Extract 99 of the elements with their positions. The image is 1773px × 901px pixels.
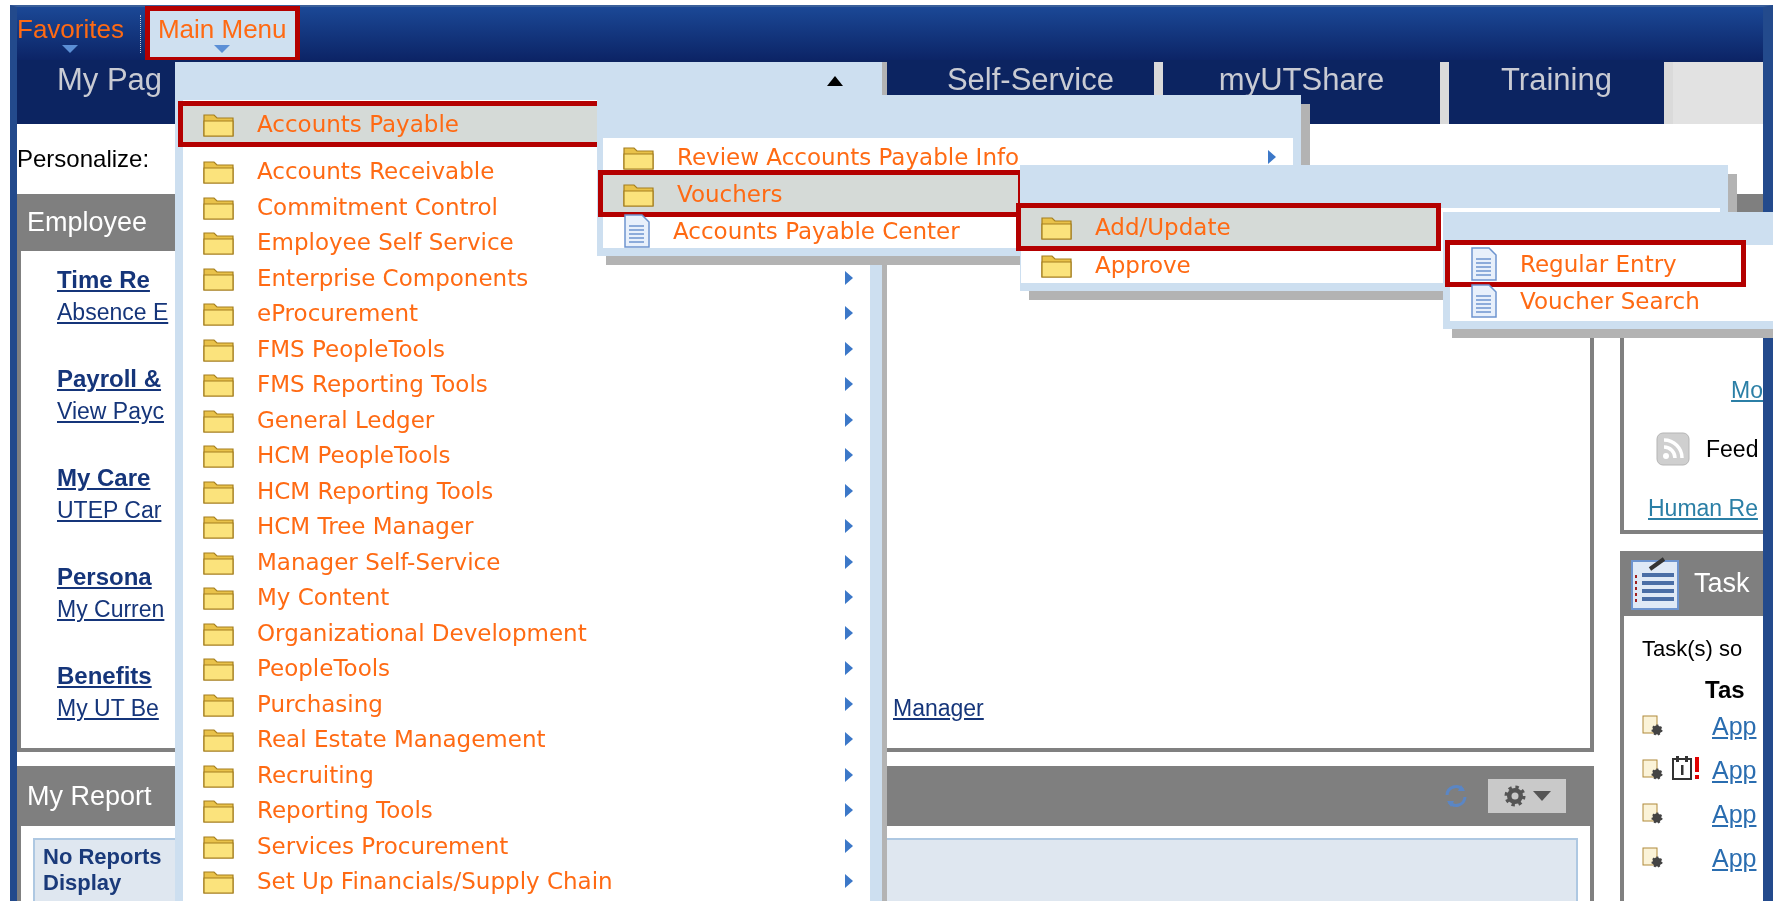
task-link[interactable]: App: [1712, 711, 1763, 741]
message-text: Display: [43, 870, 122, 896]
caret-right-icon: [844, 695, 854, 712]
menu-item[interactable]: Manager Self-Service: [183, 544, 597, 580]
caret-right-icon: [844, 589, 854, 606]
caret-down-icon: [1533, 791, 1551, 801]
section-link[interactable]: Persona: [57, 561, 152, 593]
folder-icon: [203, 442, 235, 469]
link[interactable]: Mo: [1731, 372, 1763, 408]
menu-item[interactable]: Regular Entry: [1450, 245, 1741, 282]
task-icon: [1642, 847, 1664, 869]
menu-item[interactable]: Enterprise Components: [183, 260, 597, 296]
task-icon: [1642, 715, 1664, 737]
menu-item[interactable]: Accounts Payable Center: [603, 212, 1018, 249]
folder-icon: [1041, 214, 1073, 240]
caret-right-icon: [844, 482, 854, 499]
menu-item[interactable]: Review Accounts Payable Info: [603, 138, 1028, 175]
folder-icon: [203, 726, 235, 753]
caret-right-icon: [844, 518, 854, 535]
caret-right-icon: [844, 766, 854, 783]
caret-right-icon: [844, 731, 854, 748]
link[interactable]: My Curren: [57, 593, 165, 625]
folder-icon: [203, 158, 235, 185]
menu-item[interactable]: FMS Reporting Tools: [183, 366, 597, 402]
section-link[interactable]: Time Re: [57, 264, 150, 296]
caret-right-icon: [1267, 148, 1277, 165]
task-link[interactable]: App: [1712, 843, 1763, 873]
menu-item[interactable]: Approve: [1021, 246, 1436, 284]
column-header: Tas: [1705, 676, 1746, 704]
link[interactable]: View Payc: [57, 395, 164, 427]
folder-icon: [203, 229, 235, 256]
dropdown-caret-icon: [62, 45, 79, 53]
settings-icon: [1503, 784, 1527, 808]
folder-icon: [203, 584, 235, 611]
task-summary: Task(s) so: [1642, 636, 1744, 662]
menu-item[interactable]: Reporting Tools: [183, 792, 597, 828]
document-icon: [1470, 283, 1498, 318]
task-icon: [1642, 759, 1664, 781]
menu-item[interactable]: General Ledger: [183, 402, 597, 438]
link[interactable]: My UT Be: [57, 692, 159, 724]
task-list-icon: [1630, 556, 1680, 611]
task-icon: [1642, 803, 1664, 825]
menu-item[interactable]: HCM Reporting Tools: [183, 473, 597, 509]
link[interactable]: Human Re: [1648, 490, 1758, 526]
menu-item[interactable]: HCM PeopleTools: [183, 437, 597, 473]
document-icon: [623, 213, 651, 248]
folder-icon: [1041, 252, 1073, 278]
menu-item[interactable]: FMS PeopleTools: [183, 331, 597, 367]
caret-right-icon: [844, 447, 854, 464]
menu-item[interactable]: HCM Tree Manager: [183, 508, 597, 544]
feed-label: Feed: [1706, 435, 1759, 463]
folder-icon: [203, 300, 235, 327]
section-link[interactable]: Payroll &: [57, 363, 162, 395]
scroll-up-icon[interactable]: [826, 75, 844, 87]
caret-right-icon: [844, 411, 854, 428]
link[interactable]: Absence E: [57, 296, 169, 328]
caret-right-icon: [844, 269, 854, 286]
menu-item[interactable]: PeopleTools: [183, 650, 597, 686]
dropdown-caret-icon: [214, 45, 231, 53]
menu-item[interactable]: Set Up Financials/Supply Chain: [183, 863, 621, 899]
menu-item[interactable]: Commitment Control: [183, 189, 597, 225]
menu-button[interactable]: Favorites: [17, 10, 132, 57]
caret-right-icon: [844, 660, 854, 677]
folder-icon: [203, 655, 235, 682]
task-link[interactable]: App: [1712, 799, 1763, 829]
folder-icon: [203, 513, 235, 540]
folder-icon: [203, 797, 235, 824]
menu-item[interactable]: Services Procurement: [183, 828, 597, 864]
menu-item[interactable]: Purchasing: [183, 686, 597, 722]
personalize-label: Personalize:: [17, 145, 150, 173]
menu-item[interactable]: Voucher Search: [1450, 282, 1741, 319]
menu-item[interactable]: Organizational Development: [183, 615, 597, 651]
caret-right-icon: [844, 376, 854, 393]
task-link[interactable]: App: [1712, 755, 1763, 785]
caret-right-icon: [844, 624, 854, 641]
caret-right-icon: [844, 340, 854, 357]
menu-item[interactable]: My Content: [183, 579, 597, 615]
pagelet-title: Task: [1694, 568, 1750, 599]
menu-item[interactable]: Accounts Receivable: [183, 153, 597, 189]
folder-icon: [203, 371, 235, 398]
caret-right-icon: [844, 837, 854, 854]
menu-item[interactable]: eProcurement: [183, 295, 597, 331]
menu-item[interactable]: Real Estate Management: [183, 721, 597, 757]
message-text: No Reports: [43, 844, 162, 870]
caret-right-icon: [844, 305, 854, 322]
document-icon: [1470, 246, 1498, 281]
link[interactable]: UTEP Car: [57, 494, 162, 526]
menu-item[interactable]: Employee Self Service: [183, 224, 597, 260]
caret-right-icon: [844, 873, 854, 890]
caret-right-icon: [844, 553, 854, 570]
folder-icon: [203, 868, 235, 895]
link[interactable]: Manager: [893, 692, 984, 724]
section-link[interactable]: Benefits: [57, 660, 152, 692]
caret-right-icon: [844, 802, 854, 819]
menu-item[interactable]: Recruiting: [183, 757, 597, 793]
section-link[interactable]: My Care: [57, 462, 151, 494]
pagelet-title: My Report: [27, 780, 152, 812]
pagelet-title: Employee: [27, 207, 148, 238]
settings-button[interactable]: [1488, 779, 1566, 813]
